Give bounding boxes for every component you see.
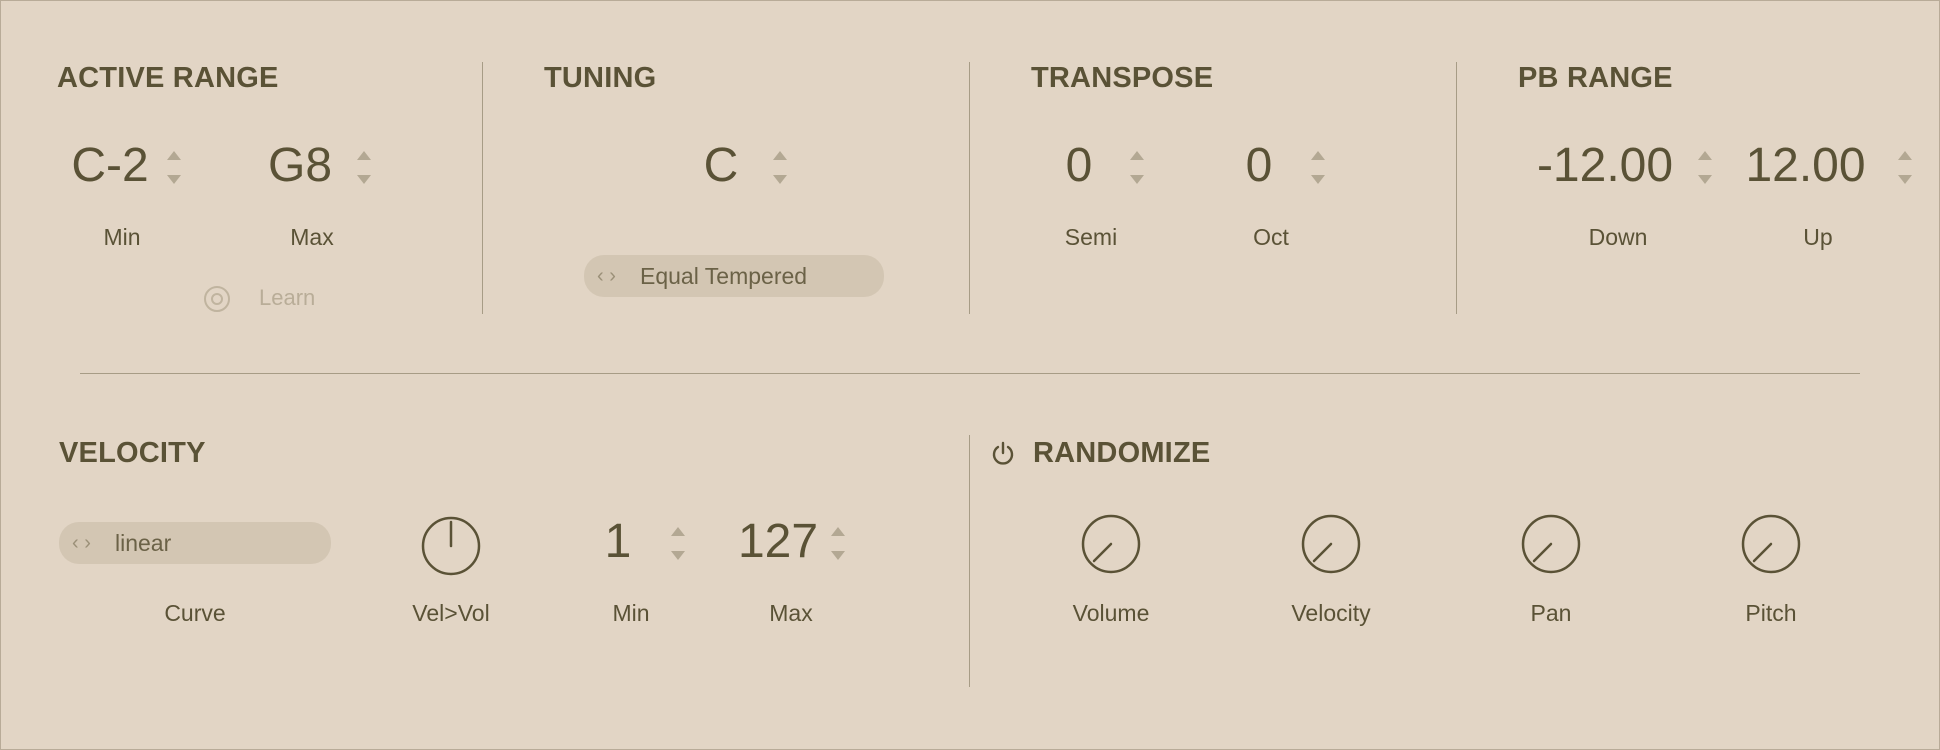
randomize-pitch-knob[interactable] bbox=[1739, 512, 1803, 576]
transpose-semi-stepper[interactable] bbox=[1130, 148, 1144, 188]
stepper-up-icon[interactable] bbox=[671, 527, 685, 536]
velocity-min-stepper[interactable] bbox=[671, 524, 685, 564]
velocity-max-label: Max bbox=[769, 600, 813, 626]
randomize-power-button[interactable] bbox=[991, 441, 1015, 472]
stepper-down-icon[interactable] bbox=[1130, 175, 1144, 184]
stepper-down-icon[interactable] bbox=[167, 175, 181, 184]
transpose-semi-label: Semi bbox=[1064, 224, 1118, 250]
learn-button[interactable] bbox=[202, 284, 232, 319]
chevron-left-right-icon[interactable]: ‹ › bbox=[597, 255, 616, 297]
panel-frame bbox=[0, 0, 1940, 750]
knob-icon bbox=[1741, 514, 1801, 574]
stepper-down-icon[interactable] bbox=[671, 551, 685, 560]
active-range-min-stepper[interactable] bbox=[167, 148, 181, 188]
power-icon bbox=[992, 441, 1014, 465]
stepper-up-icon[interactable] bbox=[357, 151, 371, 160]
learn-label[interactable]: Learn bbox=[259, 285, 315, 311]
velocity-max-stepper[interactable] bbox=[831, 524, 845, 564]
stepper-down-icon[interactable] bbox=[1698, 175, 1712, 184]
temperament-value: Equal Tempered bbox=[640, 263, 808, 289]
stepper-up-icon[interactable] bbox=[1898, 151, 1912, 160]
vel-vol-knob[interactable] bbox=[419, 514, 483, 578]
knob-icon bbox=[1301, 514, 1361, 574]
divider-horizontal bbox=[80, 373, 1860, 374]
pb-range-up-label: Up bbox=[1803, 224, 1833, 250]
velocity-title: VELOCITY bbox=[59, 437, 206, 469]
randomize-pitch-label: Pitch bbox=[1745, 600, 1797, 626]
pb-range-down-label: Down bbox=[1588, 224, 1648, 250]
transpose-oct-value[interactable]: 0 bbox=[1209, 138, 1309, 193]
stepper-down-icon[interactable] bbox=[1311, 175, 1325, 184]
temperament-selector[interactable]: ‹ › Equal Tempered bbox=[584, 255, 884, 297]
active-range-max-value[interactable]: G8 bbox=[250, 138, 350, 193]
stepper-down-icon[interactable] bbox=[831, 551, 845, 560]
velocity-min-value[interactable]: 1 bbox=[568, 514, 668, 569]
active-range-min-label: Min bbox=[103, 224, 141, 250]
velocity-curve-label: Curve bbox=[164, 600, 226, 626]
active-range-min-value[interactable]: C-2 bbox=[60, 138, 160, 193]
divider-vertical bbox=[969, 435, 970, 687]
transpose-oct-stepper[interactable] bbox=[1311, 148, 1325, 188]
stepper-up-icon[interactable] bbox=[1311, 151, 1325, 160]
velocity-curve-value: linear bbox=[115, 530, 172, 556]
active-range-max-stepper[interactable] bbox=[357, 148, 371, 188]
pb-range-down-value[interactable]: -12.00 bbox=[1520, 138, 1690, 193]
velocity-curve-selector[interactable]: ‹ › linear bbox=[59, 522, 331, 564]
stepper-up-icon[interactable] bbox=[1130, 151, 1144, 160]
transpose-title: TRANSPOSE bbox=[1031, 62, 1214, 94]
pb-range-title: PB RANGE bbox=[1518, 62, 1673, 94]
knob-icon bbox=[1081, 514, 1141, 574]
stepper-down-icon[interactable] bbox=[773, 175, 787, 184]
stepper-up-icon[interactable] bbox=[167, 151, 181, 160]
velocity-min-label: Min bbox=[612, 600, 650, 626]
knob-icon bbox=[1521, 514, 1581, 574]
tuning-title: TUNING bbox=[544, 62, 657, 94]
stepper-up-icon[interactable] bbox=[1698, 151, 1712, 160]
pb-range-up-value[interactable]: 12.00 bbox=[1728, 138, 1883, 193]
learn-icon bbox=[204, 286, 230, 312]
stepper-down-icon[interactable] bbox=[357, 175, 371, 184]
transpose-oct-label: Oct bbox=[1253, 224, 1289, 250]
randomize-velocity-label: Velocity bbox=[1291, 600, 1371, 626]
active-range-max-label: Max bbox=[290, 224, 334, 250]
divider-vertical bbox=[1456, 62, 1457, 314]
stepper-up-icon[interactable] bbox=[831, 527, 845, 536]
active-range-title: ACTIVE RANGE bbox=[57, 62, 279, 94]
tuning-key-value[interactable]: C bbox=[671, 138, 771, 193]
randomize-velocity-knob[interactable] bbox=[1299, 512, 1363, 576]
divider-vertical bbox=[969, 62, 970, 314]
randomize-pan-label: Pan bbox=[1530, 600, 1572, 626]
vel-vol-label: Vel>Vol bbox=[412, 600, 490, 626]
tuning-key-stepper[interactable] bbox=[773, 148, 787, 188]
randomize-volume-knob[interactable] bbox=[1079, 512, 1143, 576]
stepper-down-icon[interactable] bbox=[1898, 175, 1912, 184]
randomize-title: RANDOMIZE bbox=[1033, 437, 1211, 469]
divider-vertical bbox=[482, 62, 483, 314]
velocity-max-value[interactable]: 127 bbox=[728, 514, 828, 569]
transpose-semi-value[interactable]: 0 bbox=[1029, 138, 1129, 193]
pb-range-down-stepper[interactable] bbox=[1698, 148, 1712, 188]
randomize-volume-label: Volume bbox=[1072, 600, 1150, 626]
randomize-pan-knob[interactable] bbox=[1519, 512, 1583, 576]
pb-range-up-stepper[interactable] bbox=[1898, 148, 1912, 188]
stepper-up-icon[interactable] bbox=[773, 151, 787, 160]
knob-icon bbox=[421, 516, 481, 576]
chevron-left-right-icon[interactable]: ‹ › bbox=[72, 522, 91, 564]
